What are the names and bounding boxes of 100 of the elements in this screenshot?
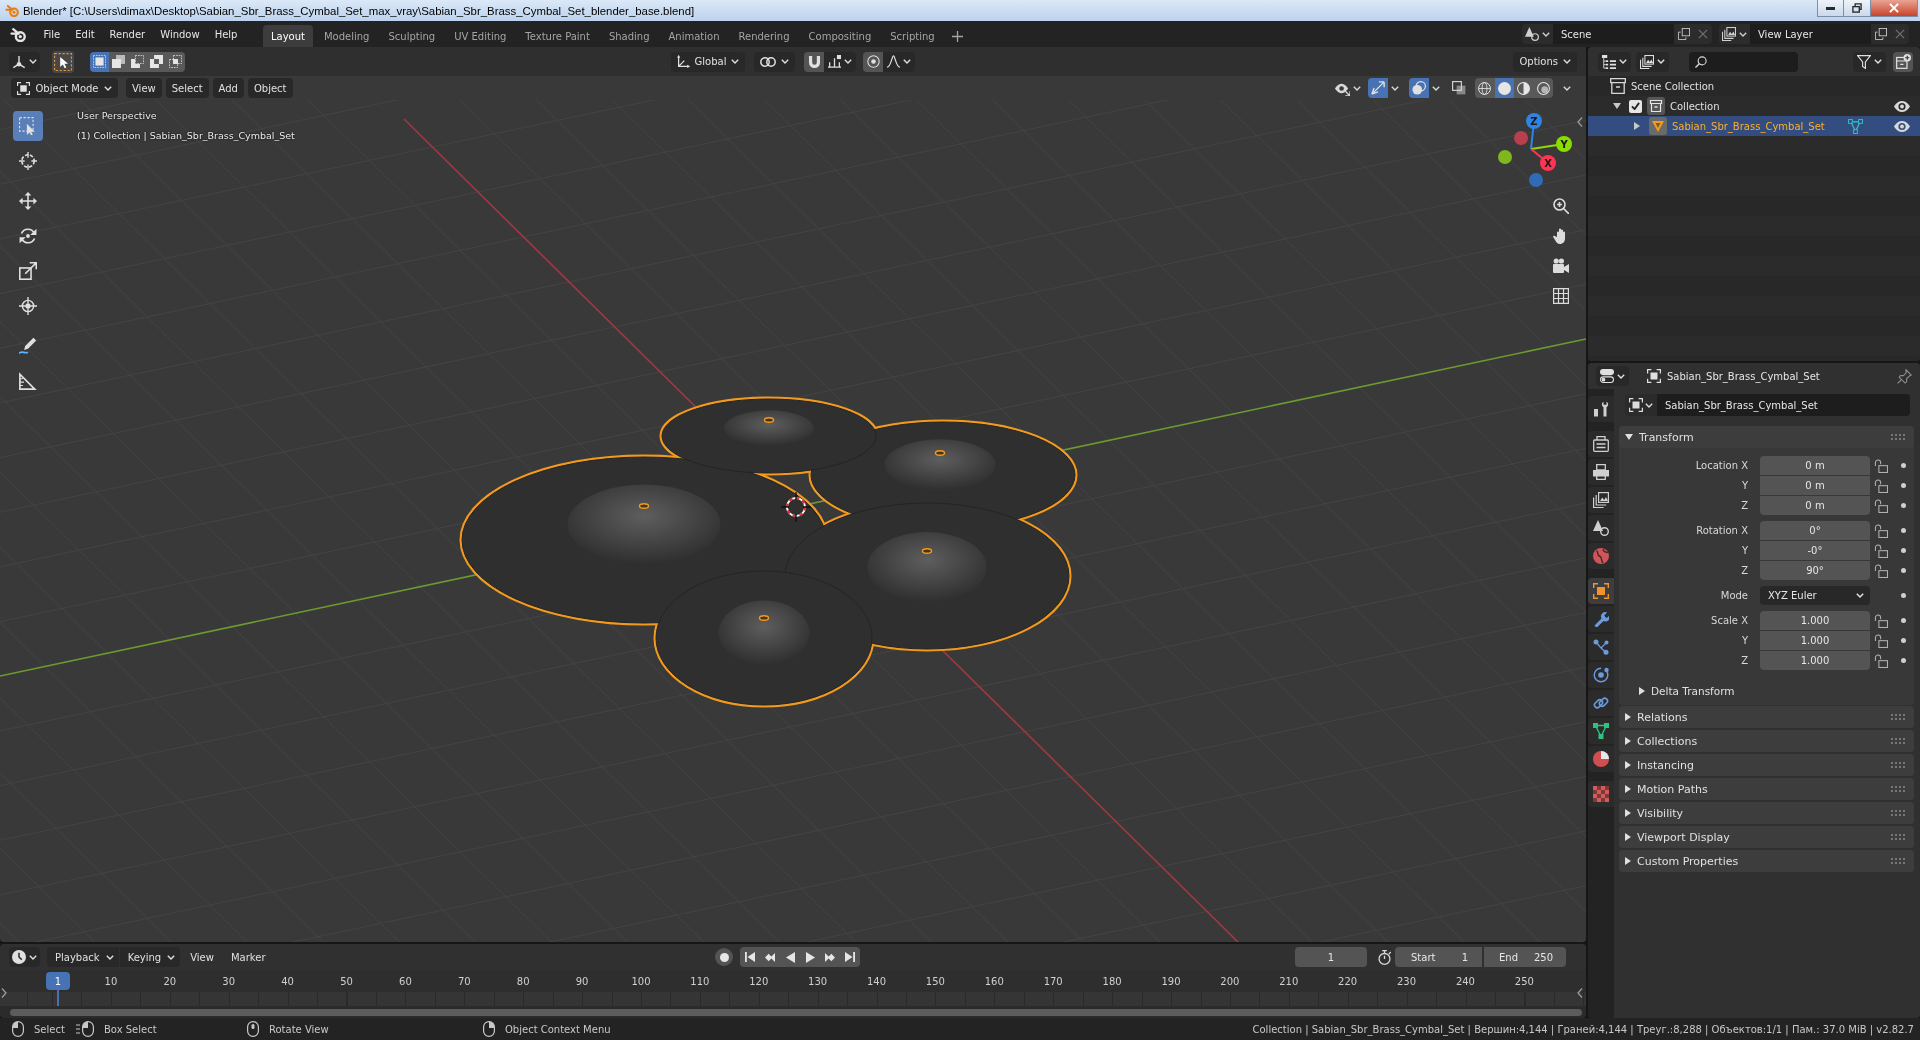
- keyframe-dot-icon[interactable]: [1900, 528, 1906, 533]
- jump-end-button[interactable]: [840, 947, 860, 967]
- app-menu-button[interactable]: [10, 26, 26, 42]
- editor-type-dropdown[interactable]: [9, 51, 40, 72]
- search-field[interactable]: [1689, 51, 1798, 72]
- menu-item[interactable]: Edit: [67, 24, 103, 44]
- shading-mode-button[interactable]: [1475, 78, 1495, 98]
- header-menu[interactable]: Object: [247, 78, 293, 98]
- end-frame-field[interactable]: End 250: [1484, 947, 1566, 967]
- number-field[interactable]: 90°: [1760, 561, 1870, 580]
- workspace-tab[interactable]: Layout: [262, 25, 313, 47]
- open-padlock-icon[interactable]: [1874, 543, 1888, 558]
- timeline-dropdown[interactable]: Playback: [47, 947, 119, 967]
- menu-item[interactable]: Render: [102, 24, 153, 44]
- workspace-tab[interactable]: Sculpting: [380, 25, 444, 47]
- z-axis-handle[interactable]: Z: [1526, 113, 1542, 150]
- properties-tab[interactable]: [1588, 515, 1614, 541]
- y-axis-handle[interactable]: Y: [1530, 136, 1572, 152]
- scene-name-field[interactable]: Scene: [1553, 24, 1674, 44]
- number-field[interactable]: 0 m: [1760, 476, 1870, 495]
- keyframe-dot-icon[interactable]: [1900, 463, 1906, 468]
- keyframe-dot-icon[interactable]: [1900, 593, 1906, 598]
- panel-header[interactable]: Motion Paths: [1619, 778, 1914, 800]
- include-checkbox[interactable]: [1629, 99, 1642, 113]
- restore-button[interactable]: [1844, 0, 1871, 17]
- shading-mode-button[interactable]: [1533, 78, 1553, 98]
- start-frame-field[interactable]: Start 1: [1395, 947, 1482, 967]
- display-mode-dropdown[interactable]: [1598, 51, 1631, 72]
- properties-tab[interactable]: [1588, 718, 1614, 744]
- timeline-dropdown[interactable]: Keying: [119, 947, 181, 967]
- scene-browse-dropdown[interactable]: [1522, 24, 1553, 44]
- open-padlock-icon[interactable]: [1874, 613, 1888, 628]
- chevron-right-icon[interactable]: [1, 988, 7, 998]
- properties-tab[interactable]: [1588, 606, 1614, 632]
- overlay-toggle[interactable]: [1409, 78, 1429, 98]
- select-mode-button[interactable]: [128, 51, 147, 72]
- keyframe-dot-icon[interactable]: [1900, 658, 1906, 663]
- shading-mode-button[interactable]: [1494, 78, 1514, 98]
- editor-type-dropdown[interactable]: [1596, 366, 1629, 386]
- menu-item[interactable]: File: [36, 24, 68, 44]
- workspace-tab[interactable]: UV Editing: [446, 25, 515, 47]
- select-mode-button[interactable]: [166, 51, 185, 72]
- workspace-tab[interactable]: Modeling: [315, 25, 378, 47]
- dropdown-field[interactable]: XYZ Euler: [1760, 586, 1870, 605]
- workspace-tab[interactable]: Compositing: [800, 25, 880, 47]
- mode-dropdown[interactable]: Object Mode: [11, 78, 118, 98]
- workspace-tab[interactable]: Scripting: [882, 25, 943, 47]
- number-field[interactable]: 1.000: [1760, 611, 1870, 630]
- header-menu[interactable]: Select: [165, 78, 209, 98]
- open-padlock-icon[interactable]: [1874, 653, 1888, 668]
- panel-header[interactable]: Viewport Display: [1619, 826, 1914, 848]
- header-menu[interactable]: Marker: [223, 947, 273, 967]
- preview-range-toggle[interactable]: [1377, 947, 1392, 967]
- properties-tab[interactable]: [1588, 396, 1614, 422]
- active-tool-button[interactable]: [52, 50, 74, 73]
- current-frame-field[interactable]: 1: [1295, 947, 1367, 967]
- panel-header[interactable]: Visibility: [1619, 802, 1914, 824]
- record-button[interactable]: [715, 948, 733, 966]
- remove-button[interactable]: [1693, 24, 1712, 44]
- properties-tab[interactable]: [1588, 487, 1614, 513]
- header-menu[interactable]: Add: [212, 78, 244, 98]
- editor-type-dropdown[interactable]: [9, 947, 40, 967]
- properties-tab[interactable]: [1588, 746, 1614, 772]
- workspace-tab[interactable]: Rendering: [730, 25, 798, 47]
- chevron-left-icon[interactable]: [1577, 988, 1583, 998]
- properties-tab[interactable]: [1588, 690, 1614, 716]
- snap-target-dropdown[interactable]: [824, 51, 857, 72]
- falloff-dropdown[interactable]: [883, 51, 916, 72]
- duplicate-button[interactable]: [1674, 24, 1693, 44]
- view-layer-name-field[interactable]: View Layer: [1750, 24, 1871, 44]
- subpanel-header[interactable]: Delta Transform: [1619, 681, 1914, 701]
- panel-header[interactable]: Collections: [1619, 730, 1914, 752]
- keyframe-dot-icon[interactable]: [1900, 503, 1906, 508]
- object-browse-dropdown[interactable]: [1625, 394, 1657, 416]
- pivot-dropdown[interactable]: [754, 51, 796, 72]
- keyframe-dot-icon[interactable]: [1900, 618, 1906, 623]
- select-mode-button[interactable]: [147, 51, 166, 72]
- number-field[interactable]: 0°: [1760, 521, 1870, 540]
- object-name-field[interactable]: Sabian_Sbr_Brass_Cymbal_Set: [1657, 394, 1910, 416]
- open-padlock-icon[interactable]: [1874, 523, 1888, 538]
- open-padlock-icon[interactable]: [1874, 498, 1888, 513]
- options-dropdown[interactable]: Options: [1513, 51, 1577, 72]
- select-mode-button[interactable]: [90, 51, 109, 72]
- menu-item[interactable]: Window: [152, 24, 208, 44]
- workspace-tab[interactable]: Shading: [600, 25, 658, 47]
- open-padlock-icon[interactable]: [1874, 633, 1888, 648]
- filter-dropdown[interactable]: [1853, 51, 1886, 72]
- minimize-button[interactable]: [1817, 0, 1844, 17]
- jump-start-button[interactable]: [740, 947, 760, 967]
- scrollbar-thumb[interactable]: [10, 1008, 1582, 1016]
- properties-tab[interactable]: [1588, 578, 1614, 604]
- open-padlock-icon[interactable]: [1874, 478, 1888, 493]
- number-field[interactable]: 1.000: [1760, 651, 1870, 670]
- negative-y-axis-handle[interactable]: [1498, 150, 1512, 164]
- outliner-row[interactable]: Sabian_Sbr_Brass_Cymbal_Set: [1588, 116, 1920, 136]
- remove-button[interactable]: [1890, 24, 1909, 44]
- chevron-left-icon[interactable]: [1577, 117, 1583, 127]
- open-padlock-icon[interactable]: [1874, 458, 1888, 473]
- x-axis-handle[interactable]: X: [1530, 148, 1556, 171]
- tool-button[interactable]: [13, 111, 43, 141]
